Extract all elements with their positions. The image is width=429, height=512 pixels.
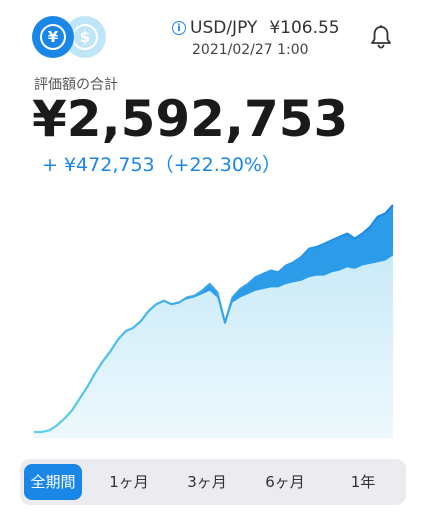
range-tab-1m[interactable]: 1ヶ月 — [90, 464, 168, 500]
range-tab-6m[interactable]: 6ヶ月 — [246, 464, 324, 500]
gain-amount: + ¥472,753（+22.30%） — [42, 154, 281, 176]
rate-pair: USD/JPY — [190, 18, 258, 38]
currency-toggle[interactable]: ¥ $ — [32, 16, 112, 58]
exchange-rate: i USD/JPY ¥106.55 2021/02/27 1:00 — [172, 16, 362, 58]
rate-value: ¥106.55 — [269, 18, 340, 38]
range-tab-all[interactable]: 全期間 — [24, 464, 82, 500]
rate-timestamp: 2021/02/27 1:00 — [192, 42, 309, 58]
dollar-icon: $ — [72, 24, 98, 50]
range-tab-1y[interactable]: 1年 — [324, 464, 402, 500]
yen-icon: ¥ — [40, 24, 66, 50]
range-selector: 全期間 1ヶ月 3ヶ月 6ヶ月 1年 — [20, 459, 406, 505]
range-tab-3m[interactable]: 3ヶ月 — [168, 464, 246, 500]
total-value: ¥2,592,753 — [32, 90, 349, 148]
yen-currency-button[interactable]: ¥ — [32, 16, 74, 58]
bell-icon[interactable] — [368, 24, 394, 50]
info-icon[interactable]: i — [172, 21, 186, 35]
portfolio-area-chart — [34, 204, 394, 438]
